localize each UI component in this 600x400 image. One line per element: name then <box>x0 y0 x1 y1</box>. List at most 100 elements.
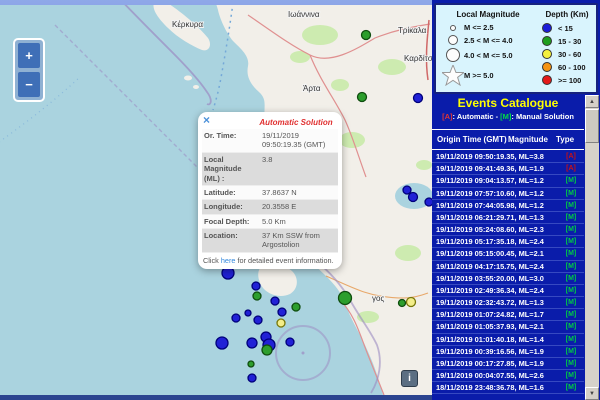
event-row-text: 19/11/2019 05:15:00.45, ML=2.1 <box>432 249 558 258</box>
depth-dot-icon <box>536 49 558 59</box>
depth-dot <box>542 62 552 72</box>
legend-magnitude-item: M <= 2.5 <box>442 23 534 32</box>
event-row-text: 19/11/2019 05:24:08.60, ML=2.3 <box>432 225 558 234</box>
earthquake-marker[interactable] <box>252 282 260 290</box>
earthquake-marker[interactable] <box>409 193 418 202</box>
event-row[interactable]: 19/11/2019 05:24:08.60, ML=2.3[M] <box>432 224 584 236</box>
popup-detail-label: Focal Depth: <box>202 215 260 228</box>
event-row[interactable]: 19/11/2019 06:21:29.71, ML=1.3[M] <box>432 212 584 224</box>
event-row[interactable]: 19/11/2019 05:17:35.18, ML=2.4[M] <box>432 236 584 248</box>
legend-depth-label: 60 - 100 <box>558 63 586 72</box>
event-row[interactable]: 19/11/2019 02:49:36.34, ML=2.4[M] <box>432 285 584 297</box>
zoom-in-button[interactable]: + <box>18 43 40 68</box>
depth-dot <box>542 36 552 46</box>
event-row[interactable]: 19/11/2019 05:15:00.45, ML=2.1[M] <box>432 248 584 260</box>
event-row-text: 19/11/2019 07:57:10.60, ML=1.2 <box>432 189 558 198</box>
earthquake-marker[interactable] <box>222 267 234 279</box>
event-row[interactable]: 19/11/2019 00:17:27.85, ML=1.9[M] <box>432 358 584 370</box>
earthquake-marker[interactable] <box>362 31 371 40</box>
event-row-type: [M] <box>558 275 584 282</box>
event-row-type: [M] <box>558 299 584 306</box>
event-row-text: 19/11/2019 02:49:36.34, ML=2.4 <box>432 286 558 295</box>
map-info-button[interactable]: i <box>401 370 418 387</box>
earthquake-marker[interactable] <box>403 186 411 194</box>
earthquake-marker[interactable] <box>425 198 432 206</box>
footer-text: for detailed event information. <box>235 256 333 265</box>
map-area[interactable]: ΚέρκυραΙωάννιναΤρίκαλαΚαρδίτσαΆρταγος + … <box>0 5 432 395</box>
event-row-type: [M] <box>558 311 584 318</box>
event-row[interactable]: 19/11/2019 09:04:13.57, ML=1.2[M] <box>432 175 584 187</box>
zoom-out-button[interactable]: − <box>18 72 40 97</box>
earthquake-marker[interactable] <box>407 298 416 307</box>
circle-icon <box>442 25 464 31</box>
event-row-type: [M] <box>558 202 584 209</box>
earthquake-marker[interactable] <box>248 361 254 367</box>
earthquake-marker[interactable] <box>253 292 261 300</box>
earthquake-marker[interactable] <box>216 337 228 349</box>
popup-close-icon[interactable]: × <box>203 113 210 127</box>
page: ΚέρκυραΙωάννιναΤρίκαλαΚαρδίτσαΆρταγος + … <box>0 0 600 400</box>
earthquake-marker[interactable] <box>292 303 300 311</box>
earthquake-marker[interactable] <box>278 308 286 316</box>
place-label: Τρίκαλα <box>398 26 427 35</box>
popup-detail-row: Local Magnitude (ML) :3.8 <box>202 153 338 186</box>
scroll-down-icon[interactable]: ▼ <box>585 387 599 400</box>
earthquake-marker[interactable] <box>399 300 406 307</box>
event-row[interactable]: 19/11/2019 07:44:05.98, ML=1.2[M] <box>432 200 584 212</box>
earthquake-marker[interactable] <box>248 374 256 382</box>
event-row-type: [M] <box>558 348 584 355</box>
legend-magnitude-label: M <= 2.5 <box>464 23 494 32</box>
event-row-type: [M] <box>558 226 584 233</box>
place-label: Καρδίτσα <box>404 54 432 63</box>
event-row-type: [M] <box>558 214 584 221</box>
event-row[interactable]: 19/11/2019 07:57:10.60, ML=1.2[M] <box>432 188 584 200</box>
map-zoom-control: + − <box>13 38 45 102</box>
legend-depth-item: 30 - 60 <box>536 49 598 59</box>
event-row-type: [A] <box>558 165 584 172</box>
event-row[interactable]: 19/11/2019 03:55:20.00, ML=3.0[M] <box>432 273 584 285</box>
event-details-link[interactable]: here <box>221 256 236 265</box>
earthquake-marker[interactable] <box>286 338 294 346</box>
place-label: γος <box>372 294 384 303</box>
scroll-up-icon[interactable]: ▲ <box>585 95 599 108</box>
earthquake-marker[interactable] <box>245 310 251 316</box>
circle-glyph <box>448 35 458 45</box>
event-row[interactable]: 19/11/2019 09:41:49.36, ML=1.9[A] <box>432 163 584 175</box>
column-magnitude: Magnitude <box>508 135 556 144</box>
event-row-type: [M] <box>558 323 584 330</box>
earthquake-marker[interactable] <box>339 292 352 305</box>
earthquake-marker[interactable] <box>414 94 423 103</box>
event-row[interactable]: 19/11/2019 09:50:19.35, ML=3.8[A] <box>432 151 584 163</box>
earthquake-marker[interactable] <box>358 93 367 102</box>
event-row[interactable]: 19/11/2019 02:32:43.72, ML=1.3[M] <box>432 297 584 309</box>
event-row[interactable]: 19/11/2019 00:04:07.55, ML=2.6[M] <box>432 370 584 382</box>
place-label: Άρτα <box>303 84 321 93</box>
popup-title: Automatic Solution <box>254 118 338 127</box>
event-row[interactable]: 19/11/2019 04:17:15.75, ML=2.4[M] <box>432 261 584 273</box>
scrollbar-thumb[interactable] <box>585 109 599 143</box>
events-table-body: 19/11/2019 09:50:19.35, ML=3.8[A]19/11/2… <box>432 151 584 394</box>
legend-depth-item: < 15 <box>536 23 598 33</box>
earthquake-marker[interactable] <box>262 345 272 355</box>
earthquake-marker[interactable] <box>232 314 240 322</box>
subtitle-text: : Manual Solution <box>511 112 574 121</box>
event-row[interactable]: 19/11/2019 01:07:24.82, ML=1.7[M] <box>432 309 584 321</box>
events-scrollbar[interactable]: ▲ ▼ <box>585 95 599 400</box>
event-row[interactable]: 19/11/2019 00:39:16.56, ML=1.9[M] <box>432 346 584 358</box>
earthquake-marker[interactable] <box>271 297 279 305</box>
event-row-type: [M] <box>558 177 584 184</box>
subtitle-text: : Automatic - <box>453 112 501 121</box>
event-row-text: 19/11/2019 06:21:29.71, ML=1.3 <box>432 213 558 222</box>
legend-depth-label: >= 100 <box>558 76 581 85</box>
event-row[interactable]: 18/11/2019 23:48:36.78, ML=1.6[M] <box>432 382 584 394</box>
land-islet <box>193 85 199 89</box>
event-row[interactable]: 19/11/2019 01:05:37.93, ML=2.1[M] <box>432 321 584 333</box>
earthquake-marker[interactable] <box>254 316 262 324</box>
side-panel: Local Magnitude M <= 2.52.5 < M <= 4.04.… <box>432 0 600 400</box>
event-row-text: 19/11/2019 09:04:13.57, ML=1.2 <box>432 176 558 185</box>
event-row[interactable]: 19/11/2019 01:01:40.18, ML=1.4[M] <box>432 334 584 346</box>
circle-glyph <box>446 48 460 62</box>
earthquake-marker[interactable] <box>277 319 285 327</box>
depth-dot-icon <box>536 62 558 72</box>
earthquake-marker[interactable] <box>247 338 257 348</box>
